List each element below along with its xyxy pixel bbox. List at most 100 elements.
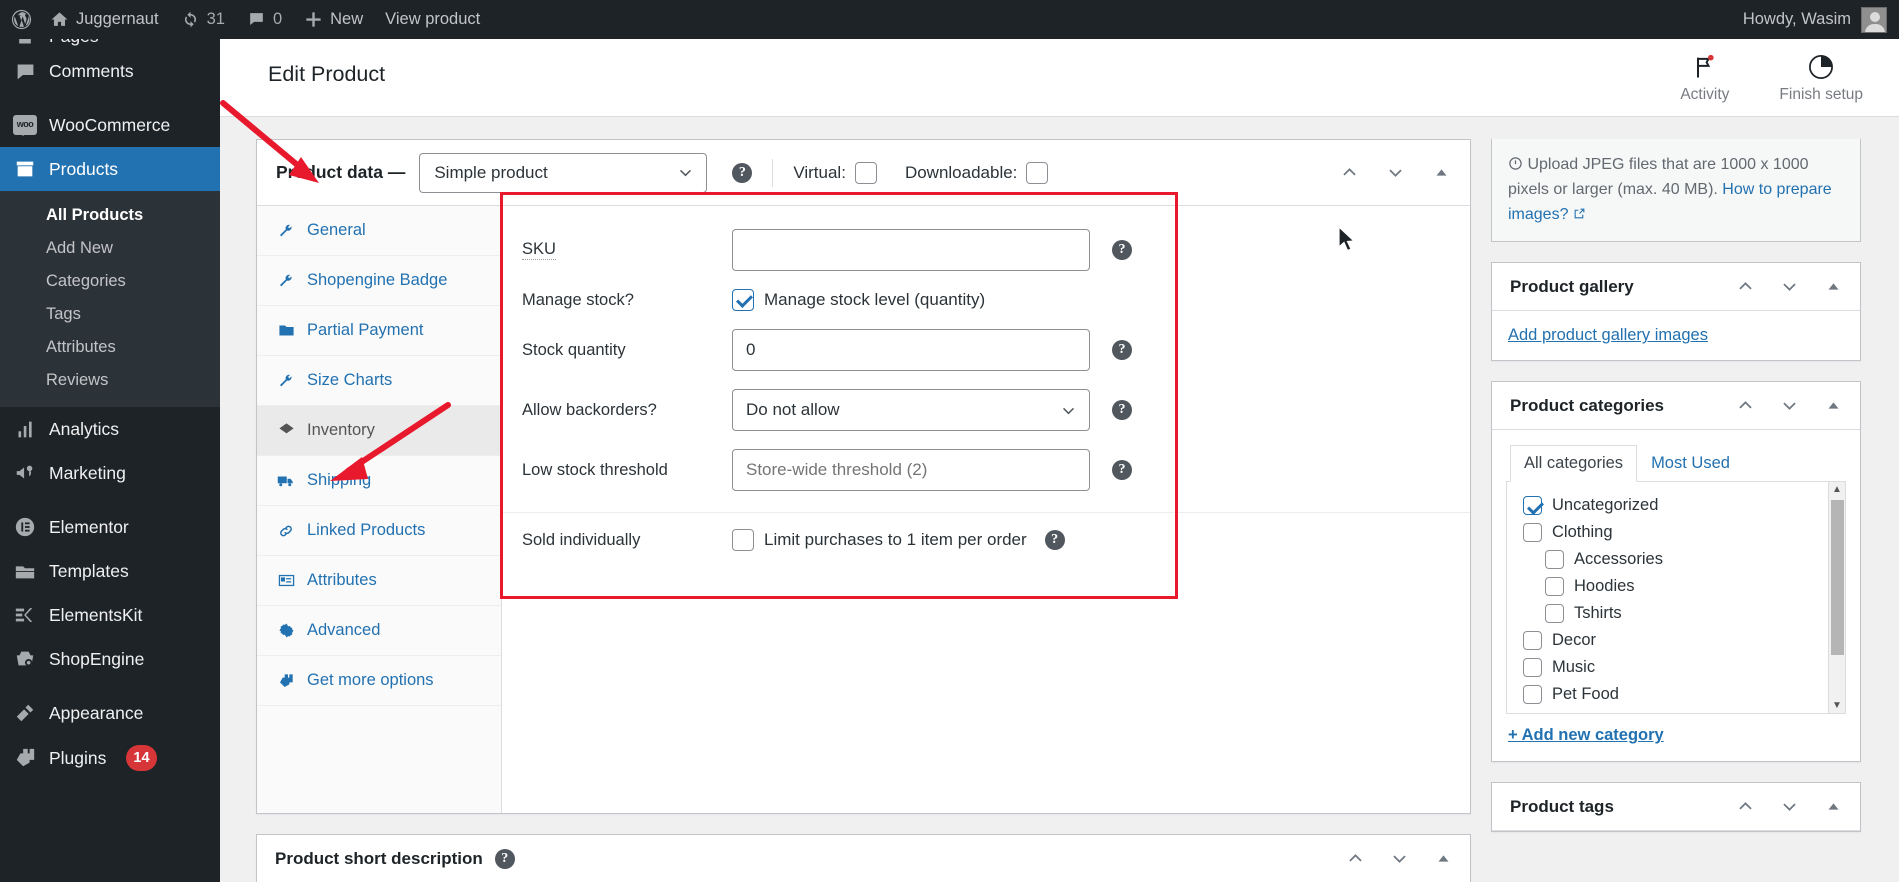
tab-most-used[interactable]: Most Used xyxy=(1637,445,1744,482)
backorders-help-tip[interactable]: ? xyxy=(1112,400,1132,420)
category-checkbox[interactable] xyxy=(1523,631,1542,651)
category-checkbox[interactable] xyxy=(1523,658,1542,678)
account-menu[interactable]: Howdy, Wasim xyxy=(1743,6,1899,33)
sold-individually-checkbox-group[interactable]: Limit purchases to 1 item per order ? xyxy=(732,529,1065,551)
category-checkbox[interactable] xyxy=(1523,523,1542,543)
toggle-panel-icon[interactable] xyxy=(1818,391,1848,421)
stock-quantity-help-tip[interactable]: ? xyxy=(1112,340,1132,360)
category-checkbox[interactable] xyxy=(1545,550,1564,570)
updates-button[interactable]: 31 xyxy=(170,0,236,39)
product-type-help-tip[interactable]: ? xyxy=(732,162,753,183)
category-item-music[interactable]: Music xyxy=(1507,654,1845,681)
scroll-up-icon[interactable]: ▲ xyxy=(1832,482,1842,497)
move-down-icon[interactable] xyxy=(1774,391,1804,421)
sidebar-item-analytics[interactable]: Analytics xyxy=(0,407,220,451)
view-product-button[interactable]: View product xyxy=(374,0,491,39)
category-checkbox[interactable] xyxy=(1523,496,1542,516)
submenu-item-tags[interactable]: Tags xyxy=(0,298,220,331)
sku-help-tip[interactable]: ? xyxy=(1112,240,1132,260)
sidebar-item-woocommerce[interactable]: woo WooCommerce xyxy=(0,103,220,147)
backorders-select[interactable]: Do not allow xyxy=(732,389,1090,431)
tab-shopengine-badge[interactable]: Shopengine Badge xyxy=(257,256,501,306)
category-item-pet-food[interactable]: Pet Food xyxy=(1507,681,1845,708)
move-up-icon[interactable] xyxy=(1340,844,1370,874)
low-stock-threshold-help-tip[interactable]: ? xyxy=(1112,460,1132,480)
toggle-panel-icon[interactable] xyxy=(1428,844,1458,874)
move-down-icon[interactable] xyxy=(1384,844,1414,874)
low-stock-threshold-input[interactable]: Store-wide threshold (2) xyxy=(732,449,1090,491)
stock-quantity-input[interactable]: 0 xyxy=(732,329,1090,371)
sidebar-item-plugins[interactable]: Plugins 14 xyxy=(0,735,220,781)
comments-button[interactable]: 0 xyxy=(236,0,293,39)
site-name-button[interactable]: Juggernaut xyxy=(39,0,170,39)
sidebar-item-products[interactable]: Products xyxy=(0,147,228,191)
category-checkbox[interactable] xyxy=(1545,577,1564,597)
submenu-item-categories[interactable]: Categories xyxy=(0,265,220,298)
tags-handle-actions[interactable] xyxy=(1730,792,1848,822)
category-item-clothing[interactable]: Clothing xyxy=(1507,519,1845,546)
category-checklist[interactable]: Uncategorized Clothing Accessories Hoodi… xyxy=(1506,482,1846,715)
category-item-decor[interactable]: Decor xyxy=(1507,627,1845,654)
tab-inventory[interactable]: Inventory xyxy=(257,406,501,456)
tab-advanced[interactable]: Advanced xyxy=(257,606,501,656)
tab-shipping[interactable]: Shipping xyxy=(257,456,501,506)
sidebar-item-elementskit[interactable]: ElementsKit xyxy=(0,593,220,637)
scroll-down-icon[interactable]: ▼ xyxy=(1832,698,1842,713)
tab-attributes[interactable]: Attributes xyxy=(257,556,501,606)
manage-stock-checkbox[interactable] xyxy=(732,289,754,311)
move-up-icon[interactable] xyxy=(1334,158,1364,188)
help-tip-icon[interactable]: ? xyxy=(1044,530,1065,550)
category-item-hoodies[interactable]: Hoodies xyxy=(1507,573,1845,600)
virtual-checkbox[interactable] xyxy=(854,161,877,184)
sidebar-item-appearance[interactable]: Appearance xyxy=(0,691,220,735)
tab-linked-products[interactable]: Linked Products xyxy=(257,506,501,556)
category-tabs[interactable]: All categories Most Used xyxy=(1506,444,1846,483)
submenu-item-all-products[interactable]: All Products xyxy=(0,199,220,232)
category-item-accessories[interactable]: Accessories xyxy=(1507,546,1845,573)
activity-button[interactable]: Activity xyxy=(1680,53,1729,104)
sidebar-item-elementor[interactable]: Elementor xyxy=(0,505,220,549)
submenu-item-add-new[interactable]: Add New xyxy=(0,232,220,265)
new-content-button[interactable]: New xyxy=(293,0,374,39)
product-data-tabs[interactable]: General Shopengine Badge Partial Payment… xyxy=(257,206,502,813)
tab-get-more-options[interactable]: Get more options xyxy=(257,656,501,706)
sidebar-item-shopengine[interactable]: ShopEngine xyxy=(0,637,220,681)
products-submenu[interactable]: All Products Add New Categories Tags Att… xyxy=(0,191,220,407)
scrollbar-thumb[interactable] xyxy=(1831,500,1844,656)
move-down-icon[interactable] xyxy=(1380,158,1410,188)
toggle-panel-icon[interactable] xyxy=(1818,272,1848,302)
tab-all-categories[interactable]: All categories xyxy=(1510,445,1638,483)
downloadable-checkbox-group[interactable]: Downloadable: xyxy=(905,161,1049,184)
finish-setup-button[interactable]: Finish setup xyxy=(1779,53,1863,104)
toggle-panel-icon[interactable] xyxy=(1818,792,1848,822)
sold-individually-checkbox[interactable] xyxy=(732,529,754,551)
move-up-icon[interactable] xyxy=(1730,792,1760,822)
move-up-icon[interactable] xyxy=(1730,391,1760,421)
gallery-handle-actions[interactable] xyxy=(1730,272,1848,302)
submenu-item-attributes[interactable]: Attributes xyxy=(0,331,220,364)
toggle-panel-icon[interactable] xyxy=(1426,158,1456,188)
category-item-tshirts[interactable]: Tshirts xyxy=(1507,600,1845,627)
category-list-scrollbar[interactable]: ▲ ▼ xyxy=(1828,482,1845,714)
sku-input[interactable] xyxy=(732,229,1090,271)
tab-general[interactable]: General xyxy=(257,206,501,256)
header-actions[interactable]: Activity Finish setup xyxy=(1680,53,1863,104)
wordpress-logo-button[interactable] xyxy=(0,0,39,39)
tab-partial-payment[interactable]: Partial Payment xyxy=(257,306,501,356)
sidebar-item-templates[interactable]: Templates xyxy=(0,549,220,593)
move-down-icon[interactable] xyxy=(1774,272,1804,302)
product-type-select[interactable]: Simple product xyxy=(419,152,708,193)
manage-stock-checkbox-group[interactable]: Manage stock level (quantity) xyxy=(732,289,985,311)
sidebar-item-marketing[interactable]: Marketing xyxy=(0,451,220,495)
category-checkbox[interactable] xyxy=(1523,685,1542,705)
move-down-icon[interactable] xyxy=(1774,792,1804,822)
add-new-category-link[interactable]: + Add new category xyxy=(1508,726,1664,744)
panel-handle-actions[interactable] xyxy=(1334,158,1456,188)
move-up-icon[interactable] xyxy=(1730,272,1760,302)
short-description-handle-actions[interactable] xyxy=(1340,844,1458,874)
category-item-uncategorized[interactable]: Uncategorized xyxy=(1507,492,1845,519)
submenu-item-reviews[interactable]: Reviews xyxy=(0,364,220,397)
category-checkbox[interactable] xyxy=(1545,604,1564,624)
virtual-checkbox-group[interactable]: Virtual: xyxy=(793,161,877,184)
sidebar-item-comments[interactable]: Comments xyxy=(0,49,220,93)
